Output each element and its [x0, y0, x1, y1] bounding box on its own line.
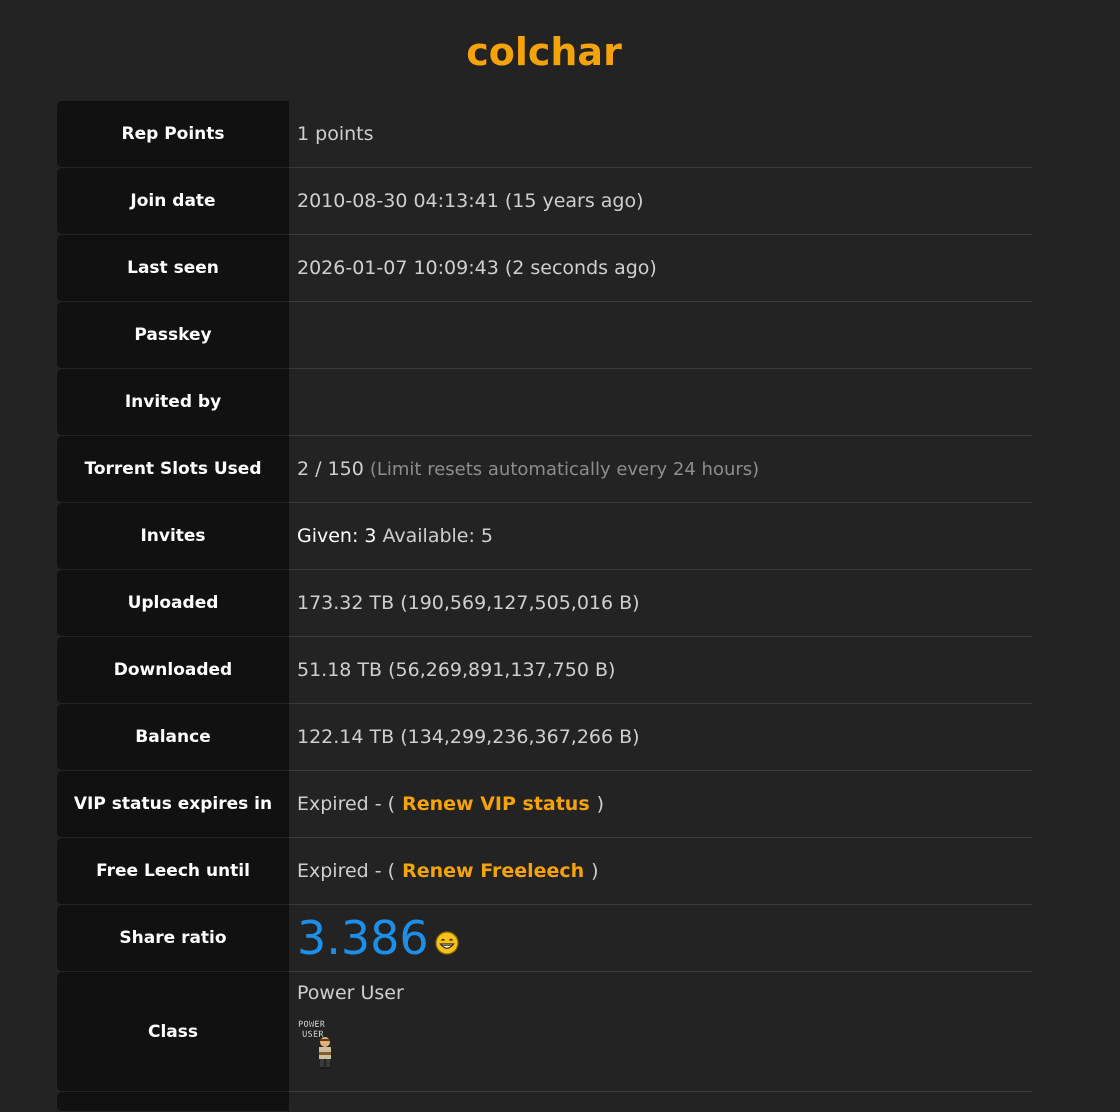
- row-label: VIP status expires in: [57, 771, 289, 838]
- uploaded-value: 173.32 TB (190,569,127,505,016 B): [289, 570, 1032, 637]
- class-name: Power User: [297, 982, 404, 1004]
- downloaded-value: 51.18 TB (56,269,891,137,750 B): [289, 637, 1032, 704]
- vip-status-close: ): [596, 793, 605, 815]
- row-label: Last seen: [57, 235, 289, 302]
- join-date-value: 2010-08-30 04:13:41 (15 years ago): [289, 168, 1032, 235]
- row-label-empty: [57, 1092, 289, 1112]
- row-invites: Invites Given: 3 Available: 5: [57, 503, 1032, 570]
- last-seen-value: 2026-01-07 10:09:43 (2 seconds ago): [289, 235, 1032, 302]
- grin-smiley-icon: [435, 931, 459, 955]
- row-torrent-slots: Torrent Slots Used 2 / 150 (Limit resets…: [57, 436, 1032, 503]
- row-last-seen: Last seen 2026-01-07 10:09:43 (2 seconds…: [57, 235, 1032, 302]
- row-share-ratio: Share ratio 3.386: [57, 905, 1032, 972]
- row-label: Invites: [57, 503, 289, 570]
- renew-vip-link[interactable]: Renew VIP status: [402, 793, 590, 815]
- row-vip-status: VIP status expires in Expired - ( Renew …: [57, 771, 1032, 838]
- row-passkey: Passkey: [57, 302, 1032, 369]
- share-ratio-number: 3.386: [297, 911, 429, 965]
- row-class: Class Power User POWER USER: [57, 972, 1032, 1092]
- row-label: Share ratio: [57, 905, 289, 972]
- row-invited-by: Invited by: [57, 369, 1032, 436]
- torrent-slots-value: 2 / 150 (Limit resets automatically ever…: [289, 436, 1032, 503]
- row-label: Passkey: [57, 302, 289, 369]
- row-label: Invited by: [57, 369, 289, 436]
- row-label: Join date: [57, 168, 289, 235]
- rep-points-value: 1 points: [289, 101, 1032, 168]
- username-title: colchar: [466, 30, 622, 74]
- slots-note: (Limit resets automatically every 24 hou…: [369, 458, 760, 480]
- vip-status-value: Expired - ( Renew VIP status ): [289, 771, 1032, 838]
- share-ratio-value: 3.386: [289, 905, 1032, 972]
- invites-given-count: 3: [364, 525, 377, 547]
- renew-freeleech-link[interactable]: Renew Freeleech: [402, 860, 584, 882]
- row-label: Uploaded: [57, 570, 289, 637]
- invited-by-value: [289, 369, 1032, 436]
- row-balance: Balance 122.14 TB (134,299,236,367,266 B…: [57, 704, 1032, 771]
- class-value: Power User POWER USER: [289, 972, 1032, 1092]
- free-leech-value: Expired - ( Renew Freeleech ): [289, 838, 1032, 905]
- vip-status-text: Expired - (: [297, 793, 396, 815]
- power-user-badge-icon: POWER USER: [298, 1020, 331, 1069]
- balance-value: 122.14 TB (134,299,236,367,266 B): [289, 704, 1032, 771]
- invites-available-count: 5: [480, 525, 493, 547]
- row-join-date: Join date 2010-08-30 04:13:41 (15 years …: [57, 168, 1032, 235]
- row-uploaded: Uploaded 173.32 TB (190,569,127,505,016 …: [57, 570, 1032, 637]
- free-leech-close: ): [591, 860, 599, 882]
- svg-text:USER: USER: [302, 1030, 324, 1040]
- profile-details-table: Rep Points 1 points Join date 2010-08-30…: [57, 101, 1032, 1112]
- row-value-empty: [289, 1092, 1032, 1112]
- invites-available-label: Available:: [382, 525, 475, 547]
- slots-count: 2 / 150: [297, 458, 364, 480]
- free-leech-text: Expired - (: [297, 860, 396, 882]
- row-rep-points: Rep Points 1 points: [57, 101, 1032, 168]
- passkey-value: [289, 302, 1032, 369]
- svg-text:POWER: POWER: [298, 1020, 326, 1030]
- invites-value: Given: 3 Available: 5: [289, 503, 1032, 570]
- row-label: Downloaded: [57, 637, 289, 704]
- row-label: Free Leech until: [57, 838, 289, 905]
- invites-given-label: Given:: [297, 525, 359, 547]
- row-label: Class: [57, 972, 289, 1092]
- row-label: Balance: [57, 704, 289, 771]
- row-free-leech: Free Leech until Expired - ( Renew Freel…: [57, 838, 1032, 905]
- row-next-partial: [57, 1092, 1032, 1112]
- row-downloaded: Downloaded 51.18 TB (56,269,891,137,750 …: [57, 637, 1032, 704]
- row-label: Torrent Slots Used: [57, 436, 289, 503]
- row-label: Rep Points: [57, 101, 289, 168]
